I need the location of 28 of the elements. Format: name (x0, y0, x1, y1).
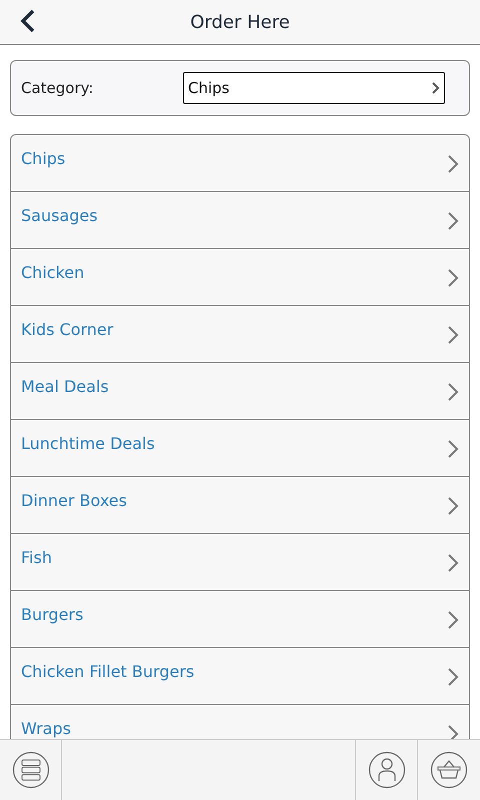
chevron-icon (447, 667, 459, 687)
menu-item[interactable]: Burgers (11, 591, 469, 648)
menu-list-button[interactable] (12, 751, 50, 789)
page-title: Order Here (190, 12, 290, 32)
menu-item[interactable]: Fish (11, 534, 469, 591)
category-label: Category: (21, 79, 94, 97)
chevron-icon (447, 724, 459, 739)
chevron-icon (447, 325, 459, 345)
chevron-icon (432, 82, 440, 94)
menu-item[interactable]: Kids Corner (11, 306, 469, 363)
chevron-icon (447, 610, 459, 630)
user-button[interactable] (368, 751, 406, 789)
chevron-icon (447, 439, 459, 459)
chevron-icon (447, 382, 459, 402)
chevron-icon (447, 154, 459, 174)
chevron-icon (447, 211, 459, 231)
basket-button[interactable] (430, 751, 468, 789)
menu-item[interactable]: Lunchtime Deals (11, 420, 469, 477)
menu-item[interactable]: Chicken Fillet Burgers (11, 648, 469, 705)
menu-item[interactable]: Sausages (11, 192, 469, 249)
menu-item[interactable]: Chips (11, 135, 469, 192)
chevron-icon (447, 496, 459, 516)
menu-item[interactable]: Dinner Boxes (11, 477, 469, 534)
chevron-icon (447, 268, 459, 288)
menu-item[interactable]: Meal Deals (11, 363, 469, 420)
chevron-icon (447, 553, 459, 573)
menu-item[interactable]: Chicken (11, 249, 469, 306)
category-select[interactable]: Chips (183, 72, 445, 104)
